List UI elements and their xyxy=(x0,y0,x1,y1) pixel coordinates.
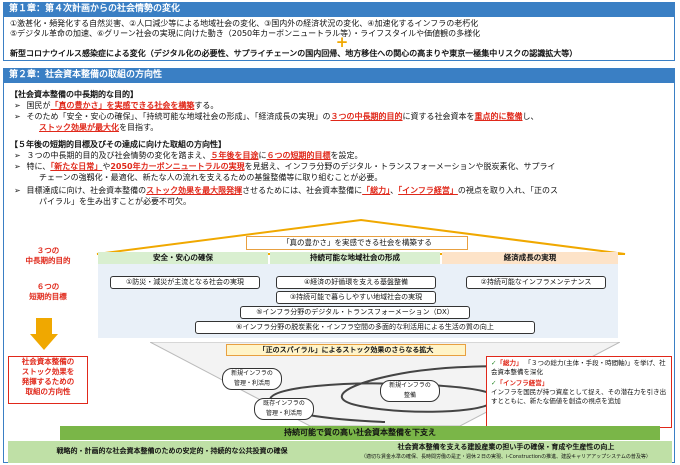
down-arrow-icon xyxy=(30,318,58,350)
column-growth: 経済成長の実現 xyxy=(442,252,618,264)
left-label-3-objectives: ３つの 中長期的目的 xyxy=(8,246,88,270)
plus-sign: + xyxy=(335,33,349,51)
goal-3: ④経済の好循環を支える基盤整備 xyxy=(276,276,436,289)
bottom-investment: 戦略的・計画的な社会資本整備のための安定的・持続的な公共投資の確保 xyxy=(56,447,288,455)
goal-6: ⑥インフラ分野の脱炭素化・インフラ空間の多面的な利活用による生活の質の向上 xyxy=(195,321,535,334)
left-label-directions: 社会資本整備の ストック効果を 発揮するための 取組の方向性 xyxy=(8,356,88,404)
note-total-power: ✓「総力」 「３つの総力(主体・手段・時間軸)」を挙げ、社会資本整備を深化 xyxy=(491,359,666,376)
bottom-band: 戦略的・計画的な社会資本整備のための安定的・持続的な公共投資の確保 社会資本整備… xyxy=(8,441,672,463)
bullet-5: ➢ 目標達成に向け、社会資本整備のストック効果を最大限発揮させるためには、社会資… xyxy=(14,186,559,195)
right-notes: ✓「総力」 「３つの総力(主体・手段・時間軸)」を挙げ、社会資本整備を深化 ✓「… xyxy=(486,356,672,428)
spiral-node-existing: 既存インフラの 管理・利活用 xyxy=(254,398,314,420)
goal-1: ①防災・減災が主流となる社会の実現 xyxy=(110,276,260,289)
goal-5: ⑤インフラ分野のデジタル・トランスフォーメーション（DX） xyxy=(240,306,470,319)
ch1-line2: ⑤デジタル革命の加速、⑥グリーン社会の実現に向けた動き（2050年カーボンニュー… xyxy=(10,29,481,38)
ch1-line3: 新型コロナウイルス感染症による変化（デジタル化の必要性、サプライチェーンの国内回… xyxy=(10,49,578,58)
left-label-6-goals: ６つの 短期的目標 xyxy=(8,282,88,306)
spiral-node-new-mgmt: 新規インフラの 管理・利活用 xyxy=(222,368,282,390)
column-sustainable: 持続可能な地域社会の形成 xyxy=(270,252,440,264)
spiral-node-new-build: 新規インフラの 整備 xyxy=(380,380,440,402)
chapter1-box: ①激甚化・頻発化する自然災害、②人口減少等による地域社会の変化、③国内外の経済状… xyxy=(3,16,675,61)
roof-triangle xyxy=(96,218,626,255)
section-heading-2: 【５年後の短期的目標及びその達成に向けた取組の方向性】 xyxy=(10,140,226,149)
bullet-5-cont: パイラル」を生み出すことが必要不可欠。 xyxy=(39,197,191,206)
chapter1-header: 第１章：第４次計画からの社会情勢の変化 xyxy=(3,2,675,16)
positive-spiral-title: 「正のスパイラル」によるストック効果のさらなる拡大 xyxy=(226,344,466,356)
bullet-3: ➢ ３つの中長期的目的及び社会情勢の変化を踏まえ、５年後を目途に６つの短期的目標… xyxy=(14,151,363,160)
goal-2: ③持続可能で暮らしやすい地域社会の実現 xyxy=(276,291,436,304)
bullet-2-cont: ストック効果が最大化を目指す。 xyxy=(39,123,159,132)
bottom-workforce: 社会資本整備を支える建設産業の担い手の確保・育成や生産性の向上 xyxy=(397,443,615,451)
bullet-2: ➢ そのため「安全・安心の確保」、「持続可能な地域社会の形成」、「経済成長の実現… xyxy=(14,112,539,121)
bottom-workforce-detail: （適切な賃金水準の確保、長時間労働の是正・週休２日の実現、i-Construct… xyxy=(361,454,651,460)
chapter2-header: 第２章：社会資本整備の取組の方向性 xyxy=(3,68,675,82)
bullet-4: ➢ 特に、「新たな日常」や2050年カーボンニュートラルの実現を見据え、インフラ… xyxy=(14,162,556,171)
section-heading-1: 【社会資本整備の中長期的な目的】 xyxy=(10,90,138,99)
note-infra-management: ✓「インフラ経営」 インフラを国民が持つ資産として捉え、その潜在力を引き出すととも… xyxy=(491,379,667,405)
bullet-4-cont: チェーンの強靱化・最適化、新たな人の流れを支えるための基盤整備等に取り組むことが… xyxy=(39,173,383,182)
support-banner: 持続可能で質の高い社会資本整備を下支え xyxy=(60,426,660,440)
column-safety: 安全・安心の確保 xyxy=(98,252,268,264)
goal-4: ②持続可能なインフラメンテナンス xyxy=(466,276,606,289)
bullet-1: ➢ 国民が「真の豊かさ」を実感できる社会を構築する。 xyxy=(14,101,219,110)
